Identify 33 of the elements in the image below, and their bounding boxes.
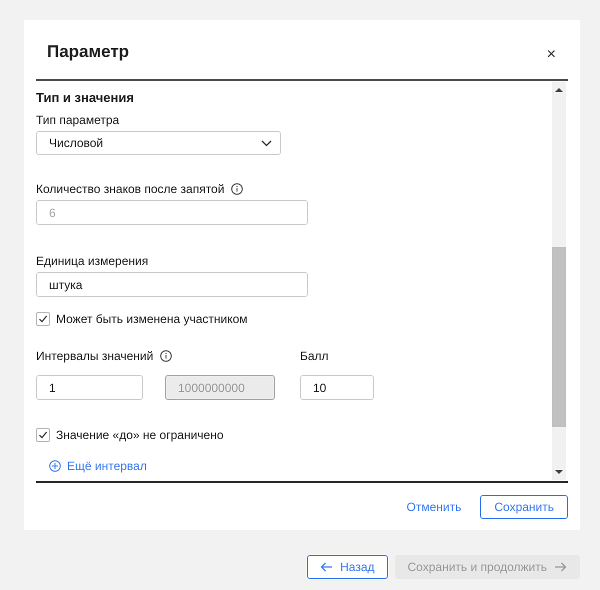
field-label: Балл [300, 349, 329, 363]
cancel-button[interactable]: Отменить [406, 500, 462, 514]
dialog-title: Параметр [47, 42, 130, 62]
back-button[interactable]: Назад [307, 555, 388, 579]
input-field[interactable]: штука [36, 272, 308, 297]
checkmark-icon [38, 430, 48, 440]
right-arrow-icon [554, 562, 567, 572]
close-button[interactable]: × [546, 46, 556, 64]
left-arrow-icon [320, 562, 334, 572]
field-label: Интервалы значений [36, 349, 154, 363]
field-label: Количество знаков после запятой [36, 182, 224, 196]
checkbox[interactable] [36, 428, 50, 442]
checkbox-label: Значение «до» не ограничено [56, 428, 224, 442]
checkbox[interactable] [36, 312, 50, 326]
field-label: Единица измерения [36, 254, 148, 268]
field-label: Тип параметра [36, 113, 120, 127]
info-icon[interactable] [160, 350, 172, 362]
input-field[interactable]: 1 [36, 375, 143, 400]
add-interval-link[interactable]: Ещё интервал [49, 459, 147, 473]
scrollbar[interactable] [552, 81, 566, 481]
input-field[interactable]: 6 [36, 200, 308, 225]
chevron-down-icon [261, 140, 272, 146]
scroll-up-icon[interactable] [555, 87, 563, 93]
dropdown[interactable]: Числовой [36, 131, 281, 155]
checkmark-icon [38, 314, 48, 324]
input-field[interactable]: 10 [300, 375, 374, 400]
info-icon[interactable] [231, 183, 244, 195]
scroll-down-icon[interactable] [555, 469, 563, 475]
plus-circle-icon [49, 460, 61, 472]
scrollbar-thumb[interactable] [552, 247, 566, 427]
section-title: Тип и значения [36, 90, 135, 105]
checkbox-label: Может быть изменена участником [56, 312, 248, 326]
save-button[interactable]: Сохранить [480, 494, 568, 518]
